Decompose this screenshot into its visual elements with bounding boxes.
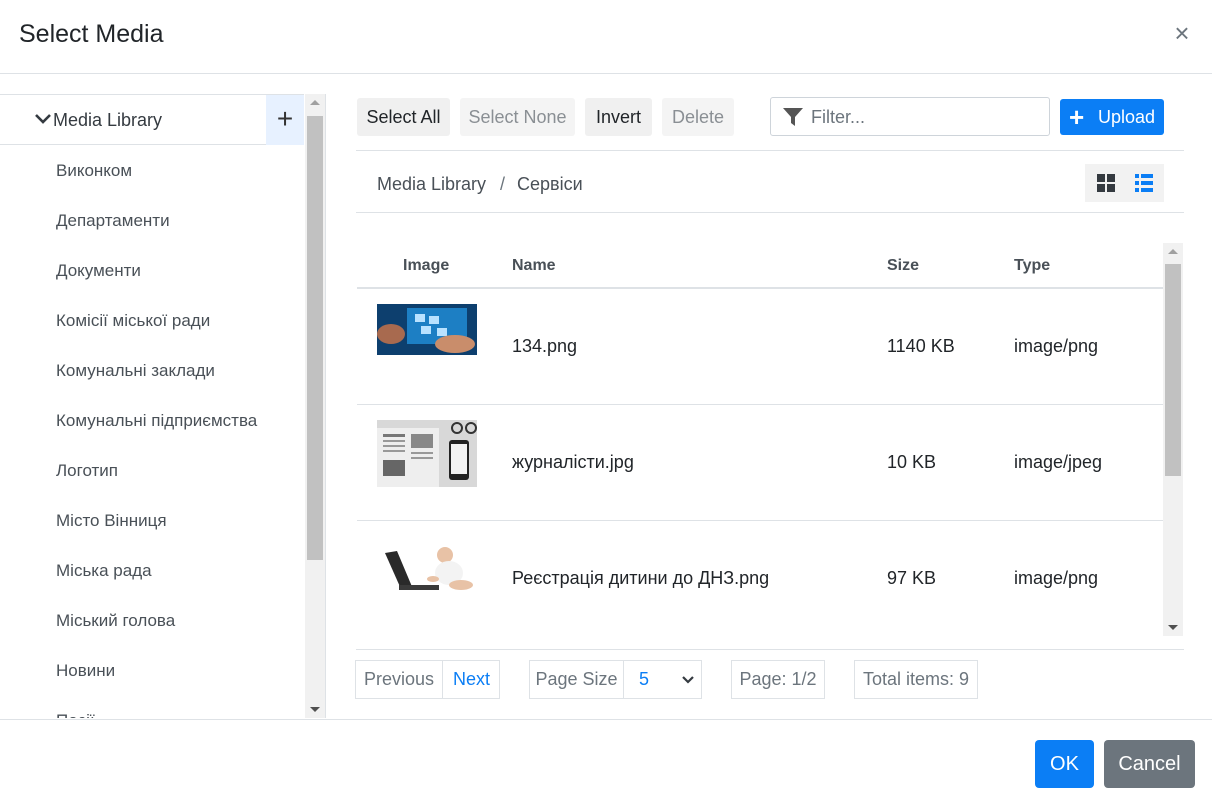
breadcrumb-current: Сервіси: [517, 174, 583, 194]
page-size-label-box: Page Size: [529, 660, 624, 699]
page-size-select[interactable]: 5: [623, 660, 702, 699]
select-media-dialog: Select Media × Media Library + Виконком …: [0, 0, 1212, 809]
tree-item[interactable]: Комісії міської ради: [0, 296, 304, 346]
view-toggle: [1085, 164, 1164, 202]
select-all-button[interactable]: Select All: [357, 98, 450, 136]
tree-item[interactable]: Документи: [0, 246, 304, 296]
column-header-image[interactable]: Image: [403, 257, 449, 275]
file-size: 10 KB: [887, 452, 937, 472]
thumbnail-image: [377, 304, 477, 355]
total-items: Total items: 9: [862, 669, 970, 689]
invert-button[interactable]: Invert: [585, 98, 652, 136]
folder-tree: Media Library + Виконком Департаменти До…: [0, 94, 326, 718]
scroll-down-icon[interactable]: [1168, 625, 1178, 630]
tree-item[interactable]: Логотип: [0, 446, 304, 496]
file-size: 1140 KB: [887, 336, 955, 356]
tree-item[interactable]: Посії: [0, 696, 304, 718]
file-name: 134.png: [512, 336, 578, 356]
close-button[interactable]: ×: [1170, 20, 1194, 48]
tree-items: Виконком Департаменти Документи Комісії …: [0, 146, 304, 718]
grid-view-icon[interactable]: [1097, 174, 1115, 192]
media-table: Image Name Size Type 134.png 1140 KB ima…: [357, 243, 1183, 636]
page-indicator-box: Page: 1/2: [731, 660, 825, 699]
tree-item[interactable]: Департаменти: [0, 196, 304, 246]
divider: [356, 150, 1184, 151]
divider: [356, 649, 1184, 650]
table-row[interactable]: 134.png 1140 KB image/png: [357, 289, 1163, 405]
list-view-icon[interactable]: [1135, 174, 1153, 192]
table-row[interactable]: Реєстрація дитини до ДНЗ.png 97 KB image…: [357, 521, 1163, 636]
tree-item[interactable]: Місто Вінниця: [0, 496, 304, 546]
thumbnail-image: [377, 541, 477, 595]
dialog-header: Select Media ×: [0, 0, 1212, 74]
add-folder-button[interactable]: +: [266, 95, 304, 145]
tree-root-media-library[interactable]: Media Library +: [0, 94, 304, 145]
tree-item[interactable]: Комунальні підприємства: [0, 396, 304, 446]
tree-item[interactable]: Міський голова: [0, 596, 304, 646]
tree-item[interactable]: Новини: [0, 646, 304, 696]
thumbnail-image: [377, 420, 477, 487]
table-scrollbar[interactable]: [1163, 243, 1183, 636]
total-items-box: Total items: 9: [854, 660, 978, 699]
tree-scrollbar-thumb[interactable]: [307, 116, 323, 560]
scroll-up-icon[interactable]: [310, 100, 320, 105]
plus-icon: +: [1069, 102, 1085, 132]
previous-button[interactable]: Previous: [356, 661, 443, 698]
scroll-down-icon[interactable]: [310, 707, 320, 712]
scroll-up-icon[interactable]: [1168, 249, 1178, 254]
dialog-footer: [0, 719, 1212, 809]
select-none-button[interactable]: Select None: [460, 98, 575, 136]
tree-item[interactable]: Виконком: [0, 146, 304, 196]
table-row[interactable]: журналісти.jpg 10 KB image/jpeg: [357, 405, 1163, 521]
ok-button[interactable]: OK: [1035, 740, 1094, 788]
pagination: Previous Next: [355, 660, 500, 699]
tree-scrollbar[interactable]: [305, 94, 325, 718]
table-scrollbar-thumb[interactable]: [1165, 264, 1181, 476]
file-name: журналісти.jpg: [512, 452, 634, 472]
chevron-down-icon: [35, 114, 51, 124]
page-size-value: 5: [639, 669, 650, 689]
filter-box: [770, 97, 1050, 136]
breadcrumb-separator: /: [500, 174, 506, 194]
file-type: image/png: [1014, 568, 1099, 588]
delete-button[interactable]: Delete: [662, 98, 734, 136]
breadcrumb-root[interactable]: Media Library: [377, 174, 486, 195]
dialog-title: Select Media: [19, 20, 164, 48]
chevron-down-icon: [682, 676, 694, 684]
file-type: image/jpeg: [1014, 452, 1103, 472]
file-type: image/png: [1014, 336, 1099, 356]
next-button[interactable]: Next: [443, 661, 500, 698]
cancel-button[interactable]: Cancel: [1104, 740, 1195, 788]
filter-input[interactable]: [811, 106, 1041, 128]
column-header-type[interactable]: Type: [1014, 257, 1050, 275]
file-size: 97 KB: [887, 568, 937, 588]
page-size-label: Page Size: [535, 669, 618, 689]
filter-icon: [783, 108, 803, 126]
upload-button[interactable]: + Upload: [1060, 99, 1164, 135]
file-name: Реєстрація дитини до ДНЗ.png: [512, 568, 770, 588]
upload-label: Upload: [1098, 107, 1156, 127]
tree-item[interactable]: Міська рада: [0, 546, 304, 596]
column-header-size[interactable]: Size: [887, 257, 919, 275]
column-header-name[interactable]: Name: [512, 257, 556, 275]
divider: [356, 212, 1184, 213]
tree-root-label: Media Library: [53, 110, 163, 130]
tree-item[interactable]: Комунальні заклади: [0, 346, 304, 396]
page-indicator: Page: 1/2: [739, 669, 817, 689]
